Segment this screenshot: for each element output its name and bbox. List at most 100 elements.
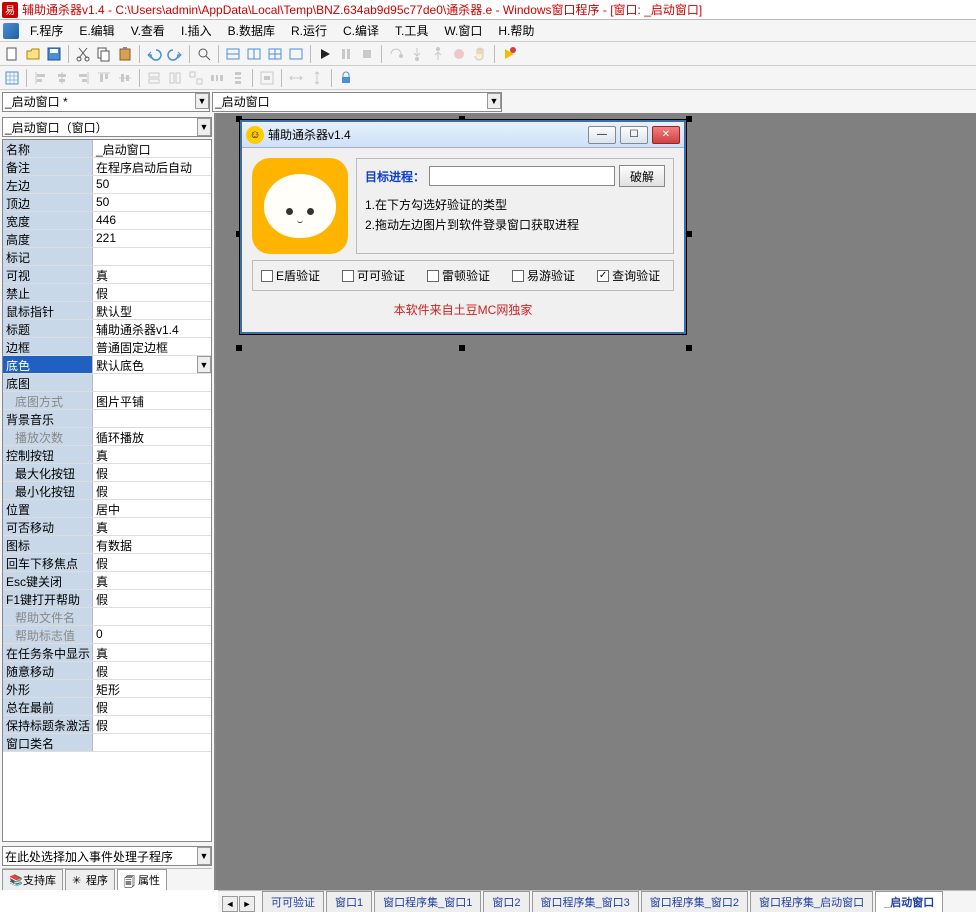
property-value[interactable]: 假	[93, 284, 211, 301]
property-row[interactable]: 备注在程序启动后自动	[3, 158, 211, 176]
menu-program[interactable]: F.程序	[22, 20, 71, 41]
property-value[interactable]: 50	[93, 194, 211, 211]
align-left-button[interactable]	[31, 68, 51, 88]
same-height-button[interactable]	[165, 68, 185, 88]
same-width-button[interactable]	[144, 68, 164, 88]
property-row[interactable]: Esc键关闭真	[3, 572, 211, 590]
property-row[interactable]: 位置居中	[3, 500, 211, 518]
design-window[interactable]: ☺ 辅助通杀器v1.4 — ☐ ✕ 目标进程：	[240, 120, 686, 334]
window-selector-right[interactable]: _启动窗口 ▼	[212, 92, 502, 112]
property-row[interactable]: 播放次数循环播放	[3, 428, 211, 446]
property-value[interactable]: 50	[93, 176, 211, 193]
checkbox-雷顿验证[interactable]: 雷顿验证	[427, 267, 490, 284]
doc-tab[interactable]: 窗口1	[326, 891, 372, 912]
step-out-button[interactable]	[428, 44, 448, 64]
breakpoint-button[interactable]	[449, 44, 469, 64]
same-size-button[interactable]	[186, 68, 206, 88]
designer-canvas[interactable]: ☺ 辅助通杀器v1.4 — ☐ ✕ 目标进程：	[216, 113, 976, 890]
doc-tab[interactable]: 窗口程序集_窗口1	[374, 891, 481, 912]
property-value[interactable]: 居中	[93, 500, 211, 517]
dropdown-icon[interactable]: ▼	[197, 356, 211, 373]
property-row[interactable]: 帮助标志值0	[3, 626, 211, 644]
property-row[interactable]: 禁止假	[3, 284, 211, 302]
doc-tab[interactable]: 窗口程序集_启动窗口	[750, 891, 873, 912]
property-row[interactable]: 标题辅助通杀器v1.4	[3, 320, 211, 338]
property-grid[interactable]: 名称_启动窗口备注在程序启动后自动左边50顶边50宽度446高度221标记可视真…	[2, 139, 212, 842]
step-over-button[interactable]	[386, 44, 406, 64]
event-selector[interactable]: 在此处选择加入事件处理子程序 ▼	[2, 846, 212, 866]
property-value[interactable]: 真	[93, 572, 211, 589]
property-row[interactable]: 窗口类名	[3, 734, 211, 752]
resize-handle[interactable]	[236, 345, 242, 351]
property-row[interactable]: 在任务条中显示真	[3, 644, 211, 662]
property-value[interactable]: 假	[93, 464, 211, 481]
menu-tools[interactable]: T.工具	[387, 20, 436, 41]
close-button[interactable]: ✕	[652, 126, 680, 144]
dist-v-button[interactable]	[228, 68, 248, 88]
property-value[interactable]: 默认底色▼	[93, 356, 211, 373]
property-value[interactable]	[93, 374, 211, 391]
menu-view[interactable]: V.查看	[123, 20, 173, 41]
property-row[interactable]: 底色默认底色▼	[3, 356, 211, 374]
property-value[interactable]: 有数据	[93, 536, 211, 553]
property-row[interactable]: 帮助文件名	[3, 608, 211, 626]
debug-run-button[interactable]	[499, 44, 519, 64]
save-button[interactable]	[44, 44, 64, 64]
object-selector[interactable]: _启动窗口（窗口） ▼	[2, 117, 212, 137]
vspacing-button[interactable]	[307, 68, 327, 88]
property-value[interactable]: 真	[93, 518, 211, 535]
tab-program[interactable]: ✳程序	[65, 869, 115, 890]
menu-edit[interactable]: E.编辑	[71, 20, 122, 41]
hspacing-button[interactable]	[286, 68, 306, 88]
property-value[interactable]: 假	[93, 554, 211, 571]
doc-tab[interactable]: 窗口2	[483, 891, 529, 912]
lock-button[interactable]	[336, 68, 356, 88]
center-h-button[interactable]	[257, 68, 277, 88]
menu-compile[interactable]: C.编译	[335, 20, 387, 41]
find-button[interactable]	[194, 44, 214, 64]
property-row[interactable]: 底图	[3, 374, 211, 392]
resize-handle[interactable]	[686, 231, 692, 237]
property-value[interactable]: 默认型	[93, 302, 211, 319]
property-value[interactable]	[93, 608, 211, 625]
property-row[interactable]: 可视真	[3, 266, 211, 284]
window-split-v-button[interactable]	[244, 44, 264, 64]
new-button[interactable]	[2, 44, 22, 64]
resize-handle[interactable]	[686, 116, 692, 122]
property-value[interactable]	[93, 410, 211, 427]
align-right-button[interactable]	[73, 68, 93, 88]
property-value[interactable]: 在程序启动后自动	[93, 158, 211, 175]
align-center-v-button[interactable]	[115, 68, 135, 88]
property-row[interactable]: 图标有数据	[3, 536, 211, 554]
copy-button[interactable]	[94, 44, 114, 64]
property-value[interactable]: 假	[93, 590, 211, 607]
property-value[interactable]: 真	[93, 644, 211, 661]
property-value[interactable]: 0	[93, 626, 211, 643]
crack-button[interactable]: 破解	[619, 165, 665, 187]
doc-tab[interactable]: 可可验证	[262, 891, 324, 912]
checkbox-可可验证[interactable]: 可可验证	[342, 267, 405, 284]
property-value[interactable]: 假	[93, 716, 211, 733]
property-value[interactable]: 辅助通杀器v1.4	[93, 320, 211, 337]
property-value[interactable]: 446	[93, 212, 211, 229]
pause-button[interactable]	[336, 44, 356, 64]
open-button[interactable]	[23, 44, 43, 64]
target-process-input[interactable]	[429, 166, 615, 186]
align-grid-button[interactable]	[2, 68, 22, 88]
window-selector-left[interactable]: _启动窗口 * ▼	[2, 92, 210, 112]
property-row[interactable]: 回车下移焦点假	[3, 554, 211, 572]
minimize-button[interactable]: —	[588, 126, 616, 144]
tab-support[interactable]: 📚支持库	[2, 869, 63, 890]
stop-button[interactable]	[357, 44, 377, 64]
property-row[interactable]: 控制按钮真	[3, 446, 211, 464]
property-value[interactable]: 假	[93, 482, 211, 499]
property-value[interactable]: 假	[93, 698, 211, 715]
property-row[interactable]: F1键打开帮助假	[3, 590, 211, 608]
drag-logo[interactable]	[252, 158, 348, 254]
paste-button[interactable]	[115, 44, 135, 64]
run-button[interactable]	[315, 44, 335, 64]
property-value[interactable]: 矩形	[93, 680, 211, 697]
property-value[interactable]	[93, 248, 211, 265]
property-value[interactable]: 假	[93, 662, 211, 679]
property-row[interactable]: 外形矩形	[3, 680, 211, 698]
